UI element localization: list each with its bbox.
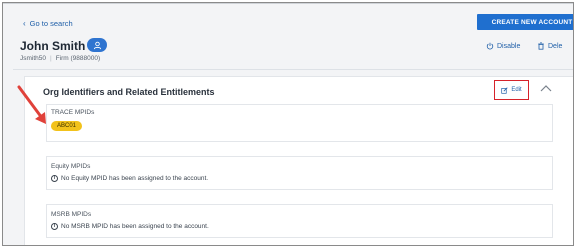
firm-text: Firm (9888000) bbox=[55, 55, 101, 62]
info-icon: i bbox=[51, 175, 58, 182]
equity-mpids-message-text: No Equity MPID has been assigned to the … bbox=[61, 175, 209, 182]
trace-mpids-section: TRACE MPIDs ABC01 bbox=[46, 104, 553, 142]
disable-button[interactable]: Disable bbox=[486, 42, 520, 50]
go-to-search-link[interactable]: ‹ Go to search bbox=[23, 19, 73, 28]
go-to-search-label: Go to search bbox=[29, 19, 73, 28]
user-icon bbox=[93, 41, 101, 49]
edit-button[interactable]: Edit bbox=[494, 80, 529, 100]
info-icon: i bbox=[51, 223, 58, 230]
disable-label: Disable bbox=[497, 42, 521, 50]
create-new-account-button[interactable]: CREATE NEW ACCOUNT bbox=[477, 14, 573, 30]
username-text: Jsmith50 bbox=[20, 55, 47, 62]
equity-mpids-section: Equity MPIDs i No Equity MPID has been a… bbox=[46, 156, 553, 190]
delete-label: Dele bbox=[548, 42, 563, 50]
card-title: Org Identifiers and Related Entitlements bbox=[43, 87, 215, 97]
annotation-arrow-icon bbox=[17, 85, 46, 124]
delete-button[interactable]: Dele bbox=[537, 42, 562, 50]
meta-separator: | bbox=[50, 55, 52, 62]
top-divider bbox=[3, 3, 573, 4]
user-name-title: John Smith bbox=[20, 39, 86, 53]
user-meta: Jsmith50 | Firm (9888000) bbox=[20, 55, 100, 62]
msrb-mpids-section: MSRB MPIDs i No MSRB MPID has been assig… bbox=[46, 204, 553, 238]
header-divider bbox=[13, 69, 573, 70]
equity-mpids-message: i No Equity MPID has been assigned to th… bbox=[51, 175, 208, 182]
trace-mpids-label: TRACE MPIDs bbox=[51, 109, 95, 116]
trash-icon bbox=[538, 42, 544, 50]
chevron-up-icon[interactable] bbox=[539, 84, 553, 92]
org-identifiers-card: Org Identifiers and Related Entitlements… bbox=[24, 76, 573, 245]
equity-mpids-label: Equity MPIDs bbox=[51, 163, 91, 170]
msrb-mpids-message-text: No MSRB MPID has been assigned to the ac… bbox=[61, 223, 209, 230]
mpid-pill: ABC01 bbox=[51, 121, 83, 131]
msrb-mpids-label: MSRB MPIDs bbox=[51, 211, 92, 218]
edit-label: Edit bbox=[511, 87, 522, 93]
app-window: ‹ Go to search CREATE NEW ACCOUNT John S… bbox=[2, 2, 574, 246]
power-icon bbox=[486, 42, 494, 50]
edit-icon bbox=[501, 86, 508, 94]
chevron-left-icon: ‹ bbox=[23, 18, 26, 28]
user-profile-badge[interactable] bbox=[87, 38, 107, 52]
msrb-mpids-message: i No MSRB MPID has been assigned to the … bbox=[51, 223, 209, 230]
